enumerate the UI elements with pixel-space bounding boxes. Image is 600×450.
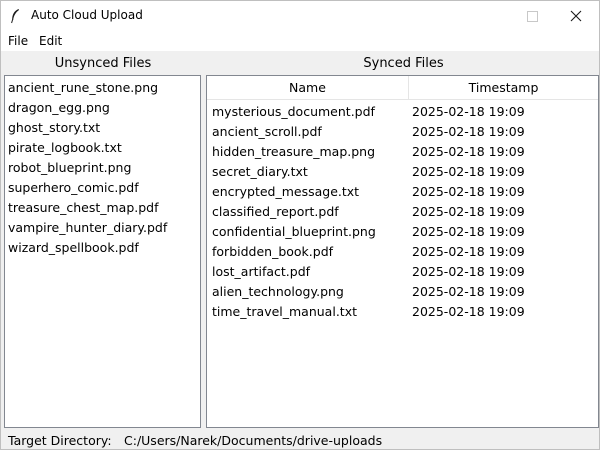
close-button[interactable] (553, 1, 599, 31)
table-row[interactable]: encrypted_message.txt 2025-02-18 19:09 (207, 182, 598, 202)
list-item[interactable]: vampire_hunter_diary.pdf (5, 218, 200, 238)
table-row[interactable]: classified_report.pdf 2025-02-18 19:09 (207, 202, 598, 222)
menu-file[interactable]: File (8, 34, 28, 48)
cell-name: forbidden_book.pdf (212, 244, 334, 259)
list-item[interactable]: superhero_comic.pdf (5, 178, 200, 198)
unsynced-files-list[interactable]: ancient_rune_stone.png dragon_egg.png gh… (4, 75, 201, 428)
maximize-button[interactable] (509, 1, 555, 31)
feather-icon (11, 9, 19, 24)
cell-timestamp: 2025-02-18 19:09 (412, 184, 525, 199)
table-row[interactable]: hidden_treasure_map.png 2025-02-18 19:09 (207, 142, 598, 162)
cell-name: encrypted_message.txt (212, 184, 360, 199)
list-item[interactable]: dragon_egg.png (5, 98, 200, 118)
cell-name: lost_artifact.pdf (212, 264, 311, 279)
cell-timestamp: 2025-02-18 19:09 (412, 144, 525, 159)
cell-timestamp: 2025-02-18 19:09 (412, 244, 525, 259)
unsynced-files-label: Unsynced Files (54, 56, 152, 71)
synced-files-table[interactable]: Name Timestamp mysterious_document.pdf 2… (206, 75, 599, 428)
column-header-name[interactable]: Name (207, 76, 409, 99)
cell-name: classified_report.pdf (212, 204, 339, 219)
column-header-timestamp[interactable]: Timestamp (409, 76, 598, 99)
close-icon (570, 10, 582, 22)
cell-timestamp: 2025-02-18 19:09 (412, 164, 525, 179)
app-window: Auto Cloud Upload File Edit Unsynced Fil… (0, 0, 600, 450)
list-item[interactable]: ancient_rune_stone.png (5, 78, 200, 98)
cell-timestamp: 2025-02-18 19:09 (412, 104, 525, 119)
table-row[interactable]: forbidden_book.pdf 2025-02-18 19:09 (207, 242, 598, 262)
list-item[interactable]: pirate_logbook.txt (5, 138, 200, 158)
list-item[interactable]: treasure_chest_map.pdf (5, 198, 200, 218)
cell-timestamp: 2025-02-18 19:09 (412, 204, 525, 219)
target-directory-path: C:/Users/Narek/Documents/drive-uploads (124, 433, 383, 448)
menu-bar: File Edit (1, 31, 599, 51)
menu-edit[interactable]: Edit (39, 34, 62, 48)
target-directory-label: Target Directory: (8, 433, 112, 448)
list-item[interactable]: robot_blueprint.png (5, 158, 200, 178)
window-title: Auto Cloud Upload (31, 8, 143, 22)
title-bar[interactable]: Auto Cloud Upload (1, 1, 599, 31)
list-item[interactable]: wizard_spellbook.pdf (5, 238, 200, 258)
cell-timestamp: 2025-02-18 19:09 (412, 224, 525, 239)
cell-name: confidential_blueprint.png (212, 224, 376, 239)
table-row[interactable]: lost_artifact.pdf 2025-02-18 19:09 (207, 262, 598, 282)
cell-name: secret_diary.txt (212, 164, 308, 179)
table-row[interactable]: ancient_scroll.pdf 2025-02-18 19:09 (207, 122, 598, 142)
synced-files-label: Synced Files (363, 56, 444, 71)
table-row[interactable]: mysterious_document.pdf 2025-02-18 19:09 (207, 102, 598, 122)
maximize-icon (527, 11, 538, 22)
cell-timestamp: 2025-02-18 19:09 (412, 284, 525, 299)
table-header: Name Timestamp (207, 76, 598, 100)
cell-name: mysterious_document.pdf (212, 104, 375, 119)
status-bar: Target Directory: C:/Users/Narek/Documen… (1, 431, 599, 449)
cell-timestamp: 2025-02-18 19:09 (412, 264, 525, 279)
cell-name: ancient_scroll.pdf (212, 124, 322, 139)
cell-name: time_travel_manual.txt (212, 304, 357, 319)
table-row[interactable]: time_travel_manual.txt 2025-02-18 19:09 (207, 302, 598, 322)
cell-name: hidden_treasure_map.png (212, 144, 376, 159)
list-item[interactable]: ghost_story.txt (5, 118, 200, 138)
table-row[interactable]: secret_diary.txt 2025-02-18 19:09 (207, 162, 598, 182)
table-row[interactable]: alien_technology.png 2025-02-18 19:09 (207, 282, 598, 302)
cell-name: alien_technology.png (212, 284, 344, 299)
cell-timestamp: 2025-02-18 19:09 (412, 124, 525, 139)
cell-timestamp: 2025-02-18 19:09 (412, 304, 525, 319)
table-row[interactable]: confidential_blueprint.png 2025-02-18 19… (207, 222, 598, 242)
